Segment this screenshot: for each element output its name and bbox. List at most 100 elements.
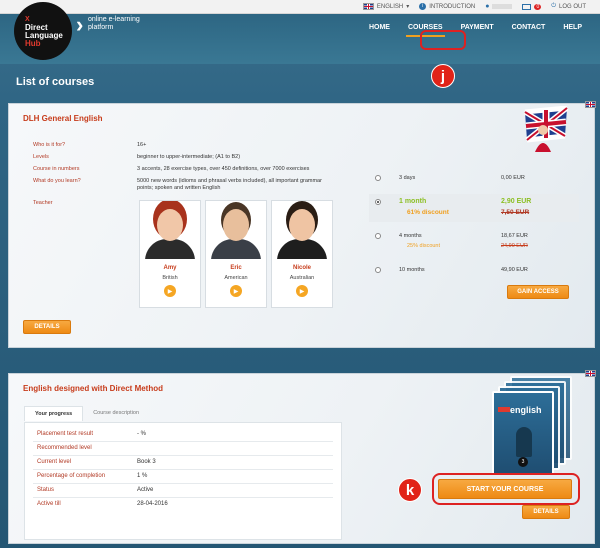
book-title: english	[510, 405, 542, 415]
teacher-name: Amy	[163, 265, 177, 271]
book-figure	[516, 427, 532, 457]
play-icon[interactable]: ▶	[230, 285, 242, 297]
row-divider	[33, 455, 333, 456]
info-icon: i	[419, 3, 427, 10]
teacher-name: Nicole	[292, 265, 311, 271]
plan-name: 3 days	[399, 175, 416, 181]
progress-value: Book 3	[137, 459, 156, 465]
row-divider	[33, 483, 333, 484]
start-course-button[interactable]: START YOUR COURSE	[438, 479, 572, 499]
plan-option-10-months[interactable]: 10 months 49,90 EUR	[369, 266, 579, 280]
info-key: Who is it for?	[33, 142, 66, 148]
nav-payment[interactable]: PAYMENT	[461, 24, 494, 31]
plan-price: 49,90 EUR	[501, 267, 528, 273]
logout-link[interactable]: ⏻ LOG OUT	[551, 3, 586, 10]
plan-price: 0,00 EUR	[501, 175, 525, 181]
plan-discount: 61% discount	[407, 209, 449, 216]
user-icon: ●	[485, 3, 490, 10]
radio-button-selected[interactable]	[375, 199, 381, 205]
row-divider	[33, 441, 333, 442]
introduction-link[interactable]: i INTRODUCTION	[419, 3, 475, 10]
progress-key: Placement test result	[37, 431, 94, 437]
info-row: Course in numbers 3 accents, 28 exercise…	[33, 166, 337, 173]
uk-flag-icon	[362, 3, 374, 10]
plan-discount: 25% discount	[407, 243, 441, 249]
chevron-down-icon: ▾	[406, 4, 410, 10]
info-row: Levels beginner to upper-intermediate; (…	[33, 154, 337, 161]
plan-option-1-month[interactable]: 1 month 2,90 EUR 61% discount 7,50 EUR	[369, 194, 579, 222]
mail-count-badge: 0	[534, 3, 542, 10]
row-divider	[33, 469, 333, 470]
radio-button[interactable]	[375, 233, 381, 239]
progress-row: Status Active	[37, 487, 153, 493]
info-key: Teacher	[33, 200, 53, 206]
progress-key: Status	[37, 487, 55, 493]
main-nav: HOME COURSES PAYMENT CONTACT HELP	[369, 24, 582, 37]
mail-link[interactable]: 0	[522, 3, 542, 10]
teacher-card-amy[interactable]: Amy British ▶	[139, 200, 201, 308]
progress-key: Percentage of completion	[37, 473, 106, 479]
details-button[interactable]: DETAILS	[23, 320, 71, 334]
book-brand-mark	[498, 407, 510, 412]
logout-label: LOG OUT	[558, 3, 586, 10]
tab-your-progress[interactable]: Your progress	[24, 406, 84, 421]
tagline-line1: online e-learning	[88, 16, 140, 23]
details-button[interactable]: DETAILS	[522, 505, 570, 519]
teacher-photo	[205, 201, 267, 259]
info-row: What do you learn? 5000 new words (idiom…	[33, 178, 337, 192]
plan-price: 18,67 EUR	[501, 233, 528, 239]
top-utility-bar: ENGLISH ▾ i INTRODUCTION ● 0 ⏻ LOG OUT	[0, 0, 600, 14]
radio-button[interactable]	[375, 175, 381, 181]
power-icon: ⏻	[551, 3, 556, 9]
progress-panel: Placement test result - % Recommended le…	[24, 422, 342, 540]
user-menu[interactable]: ●	[485, 3, 513, 10]
book-cover-front: english 3	[492, 391, 554, 475]
progress-key: Active till	[37, 501, 61, 507]
progress-row: Current level Book 3	[37, 459, 156, 465]
plan-old-price: 24,90 EUR	[501, 243, 528, 249]
gain-access-button[interactable]: GAIN ACCESS	[507, 285, 569, 299]
radio-button[interactable]	[375, 267, 381, 273]
teacher-card-eric[interactable]: Eric American ▶	[205, 200, 267, 308]
course-flag-illustration	[521, 105, 571, 154]
progress-value: 28-04-2016	[137, 501, 168, 507]
progress-row: Placement test result - %	[37, 431, 146, 437]
info-value: 16+	[137, 142, 147, 148]
plan-old-price: 7,50 EUR	[501, 209, 530, 216]
info-row: Who is it for? 16+	[33, 142, 337, 149]
language-selector[interactable]: ENGLISH ▾	[362, 3, 410, 10]
teacher-name: Eric	[230, 265, 242, 271]
teacher-card-nicole[interactable]: Nicole Australian ▶	[271, 200, 333, 308]
teacher-photo	[139, 201, 201, 259]
logo-line3: Hub	[25, 39, 41, 48]
info-value: 5000 new words (idioms and phrasal verbs…	[137, 178, 322, 191]
uk-flag-icon	[585, 101, 596, 108]
marker-k: k	[398, 478, 422, 502]
course-tabs: Your progress Course description	[24, 406, 149, 421]
nav-contact[interactable]: CONTACT	[512, 24, 546, 31]
progress-value: - %	[137, 431, 146, 437]
language-label: ENGLISH	[376, 3, 404, 10]
progress-row: Recommended level	[37, 445, 137, 451]
progress-row: Percentage of completion 1 %	[37, 473, 147, 479]
play-icon[interactable]: ▶	[164, 285, 176, 297]
info-value: beginner to upper-intermediate; (A1 to B…	[137, 154, 241, 160]
progress-row: Active till 28-04-2016	[37, 501, 168, 507]
info-key: Course in numbers	[33, 166, 80, 172]
plan-option-3-days[interactable]: 3 days 0,00 EUR	[369, 174, 579, 188]
logo[interactable]: X Direct Language Hub	[14, 2, 72, 60]
nav-help[interactable]: HELP	[563, 24, 582, 31]
tab-course-description[interactable]: Course description	[83, 406, 149, 421]
play-icon[interactable]: ▶	[296, 285, 308, 297]
plan-name: 10 months	[399, 267, 425, 273]
nav-home[interactable]: HOME	[369, 24, 390, 31]
progress-value: 1 %	[137, 473, 148, 479]
marker-j: j	[431, 64, 455, 88]
uk-flag-icon	[585, 370, 596, 377]
course-card-general-english: DLH General English Who is it for? 16+ L…	[8, 101, 596, 348]
plan-option-4-months[interactable]: 4 months 18,67 EUR 25% discount 24,90 EU…	[369, 232, 579, 254]
tagline: online e-learning platform	[88, 16, 140, 32]
progress-value: Active	[137, 487, 154, 493]
page-title: List of courses	[16, 76, 95, 88]
progress-key: Current level	[37, 459, 72, 465]
